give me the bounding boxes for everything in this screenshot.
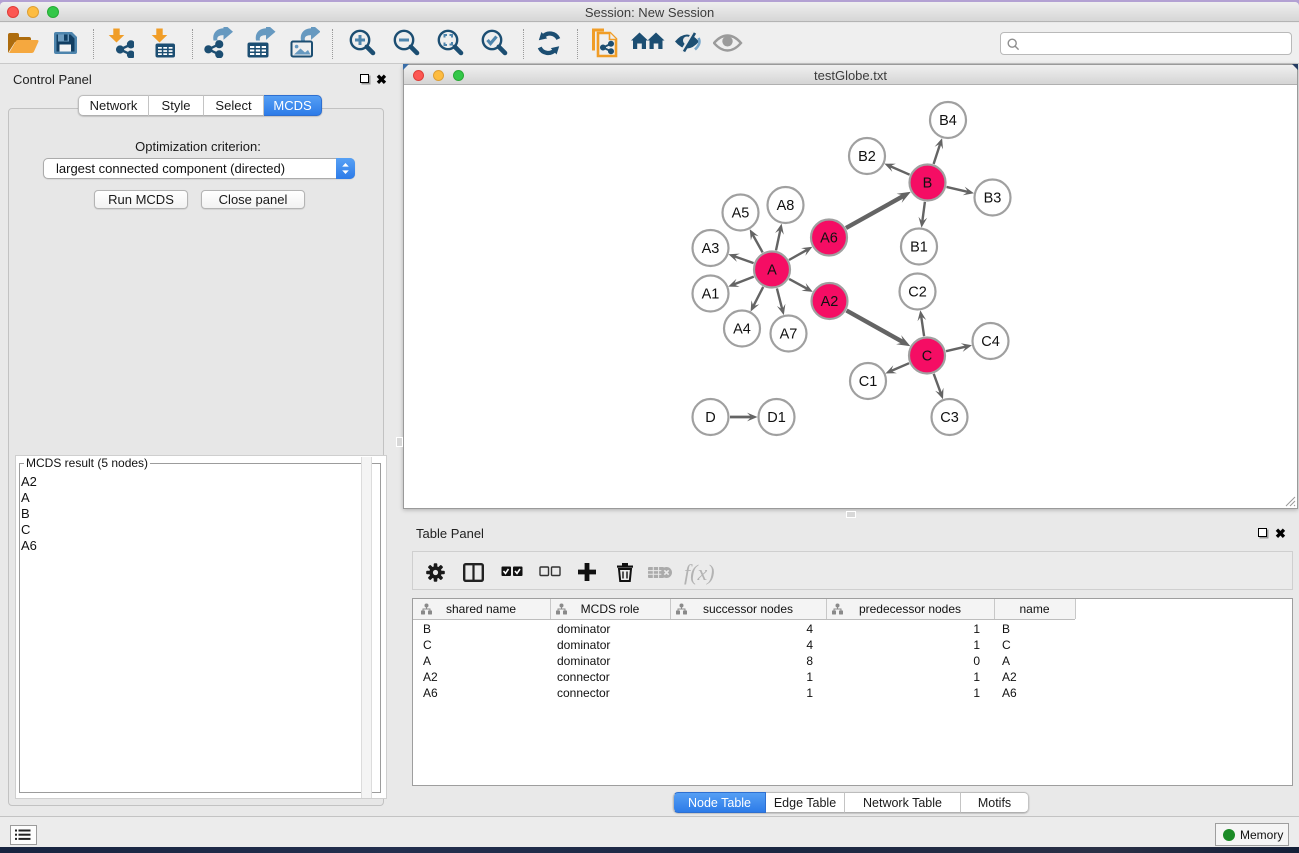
svg-text:A2: A2 bbox=[821, 294, 839, 310]
svg-text:A1: A1 bbox=[702, 287, 720, 303]
svg-text:B1: B1 bbox=[910, 240, 928, 256]
svg-text:C3: C3 bbox=[940, 410, 959, 426]
svg-text:B2: B2 bbox=[858, 149, 876, 165]
svg-text:A7: A7 bbox=[780, 327, 798, 343]
svg-text:A6: A6 bbox=[820, 231, 838, 247]
svg-text:C4: C4 bbox=[981, 334, 1000, 350]
svg-text:D: D bbox=[705, 410, 715, 426]
svg-text:B4: B4 bbox=[939, 113, 957, 129]
svg-text:A8: A8 bbox=[777, 198, 795, 214]
svg-text:A5: A5 bbox=[732, 206, 750, 222]
svg-text:B3: B3 bbox=[984, 191, 1002, 207]
svg-text:B: B bbox=[923, 176, 933, 192]
svg-text:C2: C2 bbox=[908, 285, 927, 301]
svg-text:A: A bbox=[767, 263, 777, 279]
svg-text:A3: A3 bbox=[702, 241, 720, 257]
svg-text:C: C bbox=[922, 349, 932, 365]
svg-text:A4: A4 bbox=[733, 322, 751, 338]
svg-text:C1: C1 bbox=[859, 374, 878, 390]
svg-text:D1: D1 bbox=[767, 410, 786, 426]
